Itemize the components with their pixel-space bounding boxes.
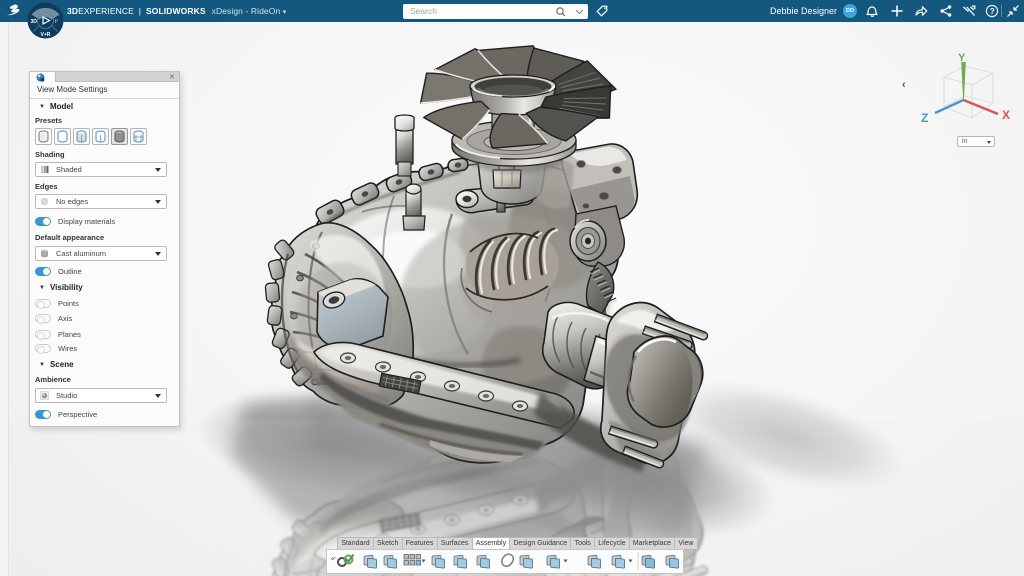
svg-text:i²: i² [55, 19, 58, 25]
svg-text:Y: Y [958, 52, 966, 64]
svg-text:Z: Z [921, 111, 928, 125]
svg-text:X: X [1002, 108, 1010, 122]
svg-text:⌄: ⌄ [329, 553, 336, 562]
svg-text:?: ? [990, 7, 995, 16]
svg-text:3D: 3D [31, 19, 38, 25]
svg-text:V+R: V+R [41, 32, 51, 38]
